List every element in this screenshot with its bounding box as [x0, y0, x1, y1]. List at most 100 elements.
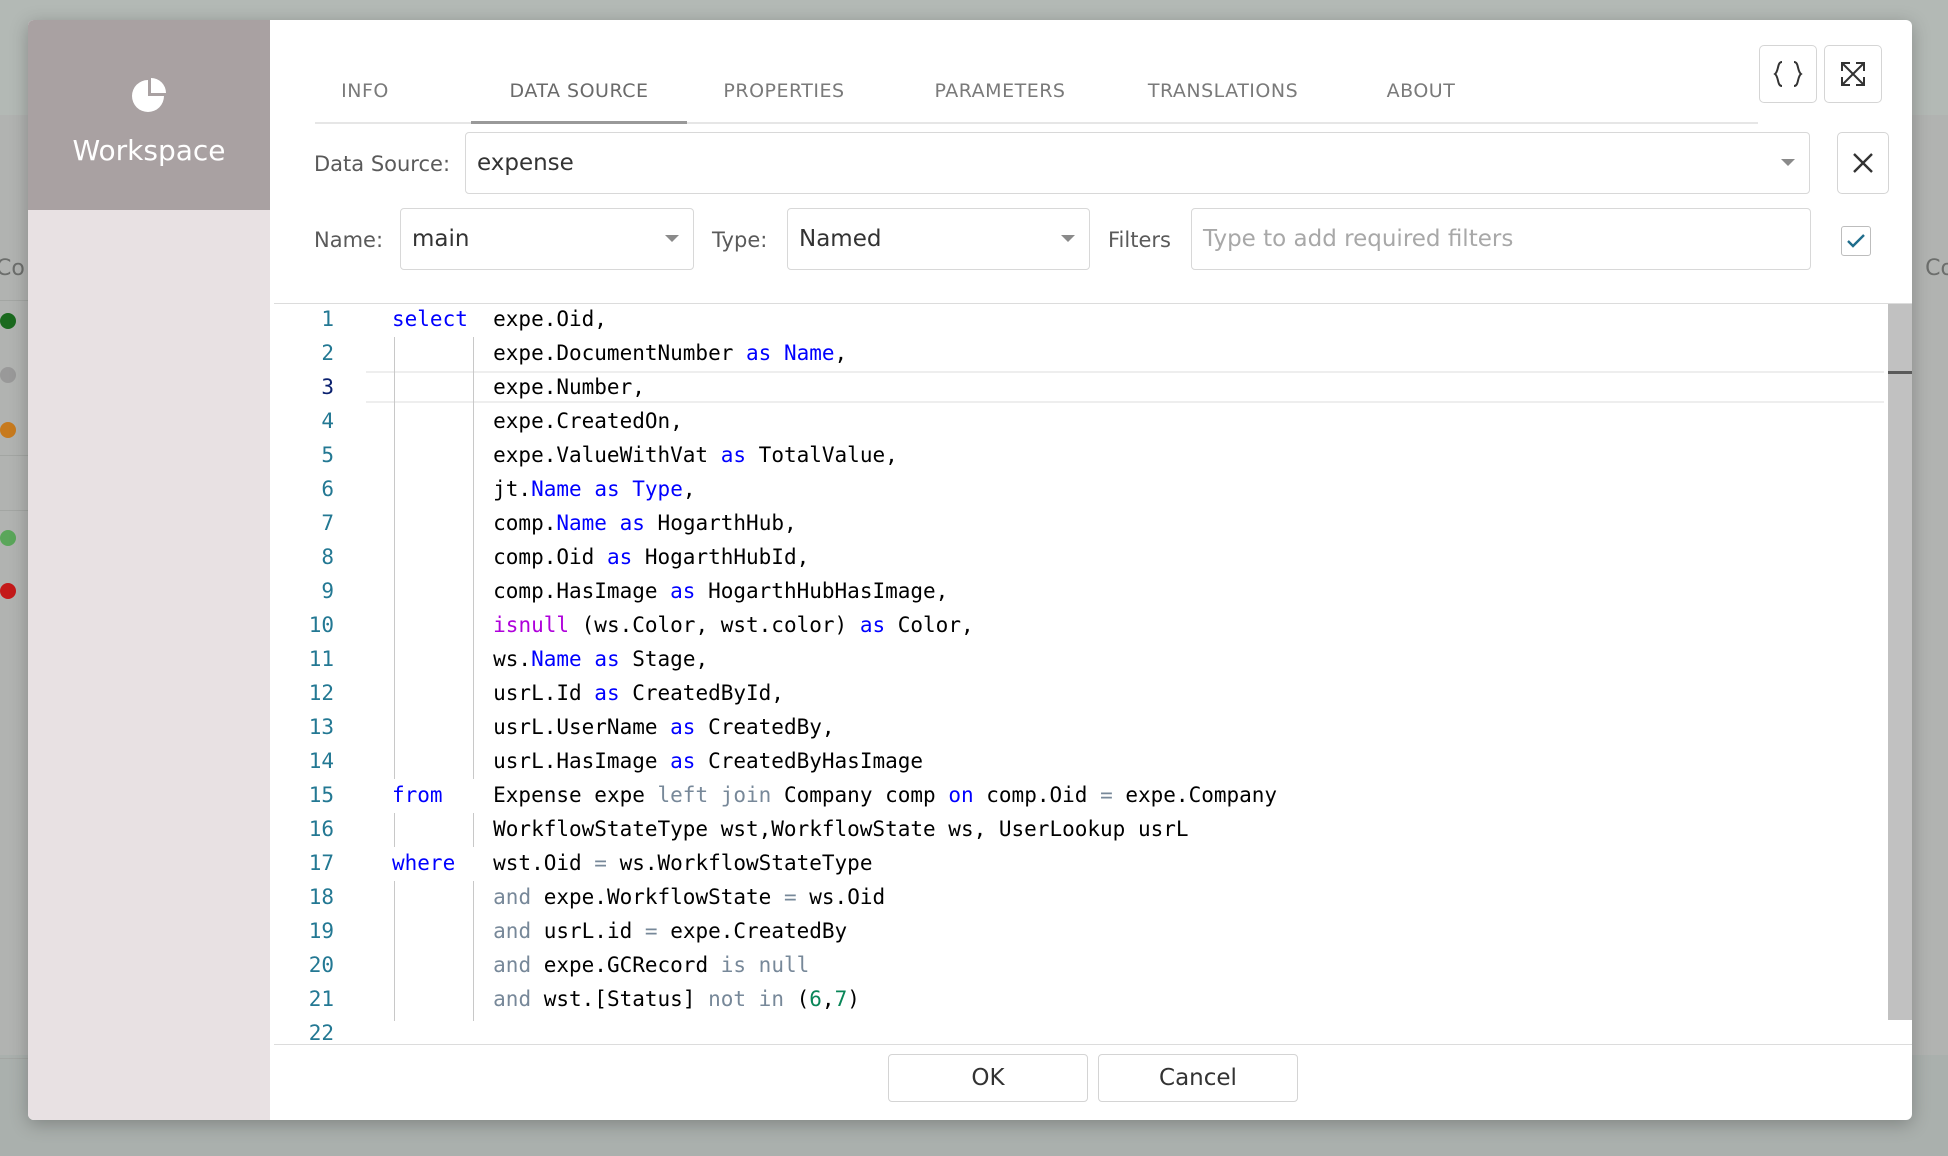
code-line: usrL.UserName as CreatedBy,	[392, 715, 834, 739]
ok-button[interactable]: OK	[888, 1054, 1088, 1102]
line-number: 20	[308, 953, 334, 977]
line-number: 12	[308, 681, 334, 705]
datasource-select[interactable]: expense	[465, 132, 1810, 194]
code-line: and expe.GCRecord is null	[392, 953, 809, 977]
text-token: TotalValue,	[746, 443, 898, 467]
text-token: HogarthHubHasImage,	[695, 579, 949, 603]
line-number: 21	[308, 987, 334, 1011]
keyword-token: as	[670, 715, 696, 739]
operator-token: =	[783, 885, 797, 909]
text-token: expe.ValueWithVat	[392, 443, 721, 467]
text-token: (ws.Color, wst.color)	[569, 613, 860, 637]
text-token: CreatedByHasImage	[695, 749, 924, 773]
code-line: usrL.HasImage as CreatedByHasImage	[392, 749, 923, 773]
clear-datasource-button[interactable]	[1837, 132, 1889, 194]
operator-token: left join	[657, 783, 772, 807]
filters-input[interactable]: Type to add required filters	[1191, 208, 1811, 270]
code-line: expe.DocumentNumber as Name,	[392, 341, 847, 365]
tab-data-source[interactable]: DATA SOURCE	[471, 54, 687, 124]
text-token: comp.Oid	[973, 783, 1101, 807]
chevron-down-icon	[1781, 159, 1795, 166]
tab-properties[interactable]: PROPERTIES	[715, 54, 853, 124]
text-token: jt.	[392, 477, 532, 501]
line-number: 7	[321, 511, 334, 535]
background-divider	[0, 455, 30, 456]
line-number: 14	[308, 749, 334, 773]
code-line: from Expense expe left join Company comp…	[392, 783, 1277, 807]
text-token: comp.Oid	[392, 545, 607, 569]
keyword-token: as	[670, 749, 696, 773]
format-code-button[interactable]	[1759, 45, 1817, 103]
filters-placeholder: Type to add required filters	[1203, 226, 1514, 252]
keyword-token: as	[594, 477, 620, 501]
filters-label: Filters	[1108, 228, 1171, 252]
line-number: 3	[321, 375, 334, 399]
filters-required-checkbox[interactable]	[1841, 226, 1871, 256]
tab-translations[interactable]: TRANSLATIONS	[1133, 54, 1313, 124]
name-select[interactable]: main	[400, 208, 694, 270]
background-column-label-right: Co	[1925, 256, 1948, 281]
checkmark-icon	[1847, 234, 1865, 248]
expand-icon	[1841, 62, 1865, 86]
tab-info[interactable]: INFO	[315, 54, 415, 124]
line-number: 22	[308, 1021, 334, 1045]
text-token: expe.Number,	[392, 375, 645, 399]
line-number: 17	[308, 851, 334, 875]
vertical-scrollbar[interactable]	[1888, 304, 1912, 1020]
code-line: where wst.Oid = ws.WorkflowStateType	[392, 851, 872, 875]
background-column-label-left: Co	[0, 256, 25, 281]
code-line: usrL.Id as CreatedById,	[392, 681, 784, 705]
text-token: Color,	[885, 613, 974, 637]
scrollbar-cursor-marker	[1888, 371, 1912, 374]
chevron-down-icon	[1061, 235, 1075, 242]
code-line: expe.ValueWithVat as TotalValue,	[392, 443, 898, 467]
text-token: ws.Oid	[796, 885, 886, 909]
type-select[interactable]: Named	[787, 208, 1090, 270]
text-token: HogarthHubId,	[632, 545, 810, 569]
operator-token: and	[493, 953, 532, 977]
code-line: expe.CreatedOn,	[392, 409, 683, 433]
text-token: expe.CreatedBy	[657, 919, 848, 943]
datasource-label: Data Source:	[314, 152, 451, 176]
background-status-dot	[0, 367, 16, 383]
text-token: Stage,	[619, 647, 709, 671]
keyword-token: Name	[556, 511, 607, 535]
background-status-dot	[0, 313, 16, 329]
text-token: expe.Company	[1112, 783, 1278, 807]
text-token: ws.	[392, 647, 532, 671]
code-line: and expe.WorkflowState = ws.Oid	[392, 885, 885, 909]
tab-parameters[interactable]: PARAMETERS	[925, 54, 1075, 124]
operator-token: not in	[708, 987, 784, 1011]
sql-code-editor[interactable]: 1 2 3 4 5 6 7 8 9 10 11 12 13 14 15 16 17 18 19 20 21 22 sele…	[274, 303, 1912, 1045]
expand-button[interactable]	[1824, 45, 1882, 103]
code-line: isnull (ws.Color, wst.color) as Color,	[392, 613, 974, 637]
workspace-header[interactable]: Workspace	[28, 20, 270, 210]
code-line: comp.Name as HogarthHub,	[392, 511, 796, 535]
keyword-token: select	[392, 307, 468, 331]
text-token: expe.DocumentNumber	[392, 341, 747, 365]
type-value: Named	[799, 226, 882, 252]
text-token: expe.GCRecord	[531, 953, 721, 977]
text-token: (	[783, 987, 810, 1011]
text-token: comp.	[392, 511, 557, 535]
text-token: usrL.Id	[392, 681, 595, 705]
background-divider	[0, 510, 30, 511]
line-number: 13	[308, 715, 334, 739]
line-number: 4	[321, 409, 334, 433]
line-number: 9	[321, 579, 334, 603]
keyword-token: as	[670, 579, 696, 603]
operator-token: and	[493, 987, 532, 1011]
keyword-token: where	[392, 851, 456, 875]
text-token: usrL.UserName	[392, 715, 671, 739]
line-number: 16	[308, 817, 334, 841]
line-number: 19	[308, 919, 334, 943]
tab-about[interactable]: ABOUT	[1369, 54, 1473, 124]
close-icon	[1853, 153, 1873, 173]
cancel-button[interactable]: Cancel	[1098, 1054, 1298, 1102]
tab-bar: INFO DATA SOURCE PROPERTIES PARAMETERS T…	[315, 54, 1758, 124]
